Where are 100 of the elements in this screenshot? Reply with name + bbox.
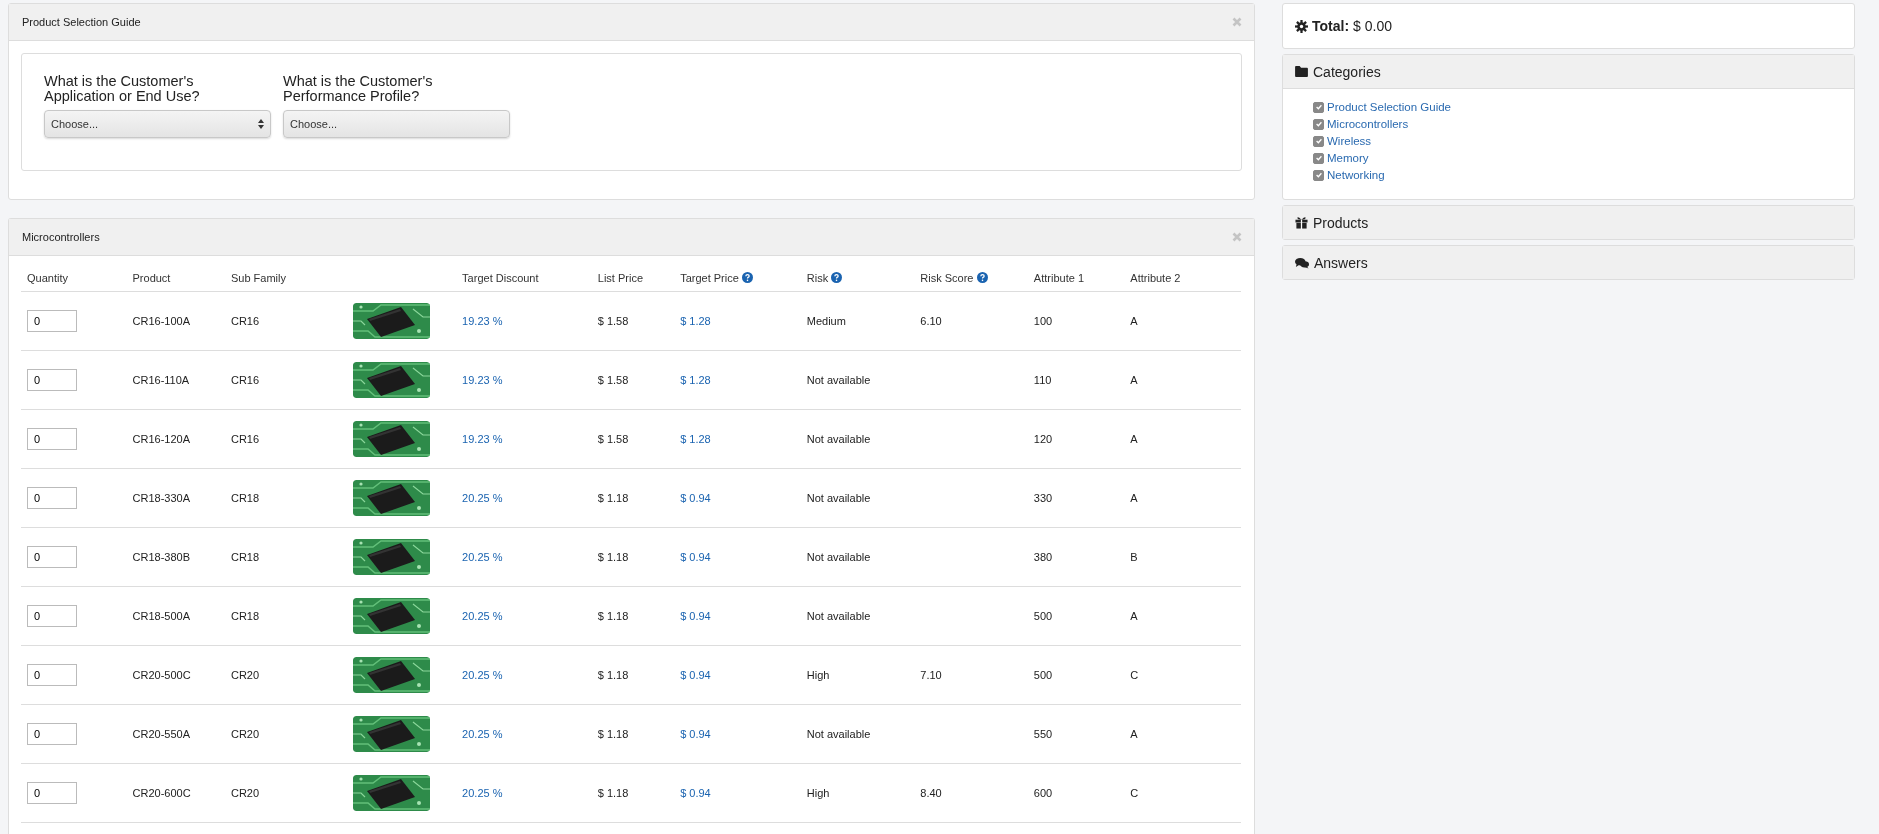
table-cell: CR18-380B (132, 551, 190, 563)
total-value: $ 0.00 (1353, 18, 1392, 34)
table-cell: Not available (806, 433, 871, 445)
select-field[interactable]: Choose... (283, 110, 510, 138)
price-link[interactable]: 19.23 % (462, 374, 503, 386)
column-header: Target Discount (462, 271, 539, 284)
price-link[interactable]: 20.25 % (462, 728, 503, 740)
price-link[interactable]: 19.23 % (462, 315, 503, 327)
help-icon[interactable] (741, 272, 753, 283)
table-cell: 500 (1033, 610, 1053, 622)
table-cell: $ 1.18 (597, 787, 629, 799)
table-cell: $ 1.58 (597, 433, 629, 445)
table-cell: $ 1.58 (597, 315, 629, 327)
table-cell: CR20 (231, 787, 260, 799)
quantity-field[interactable]: 0 (27, 487, 77, 509)
table-cell: Not available (806, 610, 871, 622)
quantity-field[interactable]: 0 (27, 782, 77, 804)
price-link[interactable]: $ 0.94 (680, 610, 711, 622)
quantity-field[interactable]: 0 (27, 664, 77, 686)
table-cell: A (1130, 374, 1138, 386)
help-icon[interactable] (976, 272, 988, 283)
category-link[interactable]: Memory (1327, 152, 1369, 164)
category-link[interactable]: Microcontrollers (1327, 118, 1409, 130)
table-cell: Not available (806, 374, 871, 386)
table-cell: 600 (1033, 787, 1053, 799)
table-cell: CR20 (231, 669, 260, 681)
checkbox[interactable] (1313, 169, 1324, 181)
table-cell: 100 (1033, 315, 1053, 327)
table-cell: $ 1.58 (597, 374, 629, 386)
price-link[interactable]: $ 1.28 (680, 433, 711, 445)
table-cell: CR18 (231, 551, 260, 563)
table-cell: $ 1.18 (597, 492, 629, 504)
table-cell: 500 (1033, 669, 1053, 681)
price-link[interactable]: 20.25 % (462, 492, 503, 504)
price-link[interactable]: $ 0.94 (680, 728, 711, 740)
quantity-field[interactable]: 0 (27, 546, 77, 568)
checkbox[interactable] (1313, 101, 1324, 113)
categories-header[interactable]: Categories (1283, 55, 1854, 88)
quantity-field[interactable]: 0 (27, 428, 77, 450)
comments-icon (1295, 256, 1309, 269)
table-cell: CR20-550A (132, 728, 190, 740)
category-link[interactable]: Wireless (1327, 135, 1372, 147)
column-header: Risk Score (920, 271, 974, 284)
price-link[interactable]: 20.25 % (462, 787, 503, 799)
gear-icon (1295, 19, 1308, 33)
table-cell: High (806, 787, 830, 799)
table-cell: CR16 (231, 374, 260, 386)
table-cell: CR16-110A (132, 374, 190, 386)
folder-icon (1295, 66, 1308, 77)
table-cell: CR20-500C (132, 669, 191, 681)
table-cell: 7.10 (920, 669, 942, 681)
table-cell: Not available (806, 492, 871, 504)
price-link[interactable]: $ 0.94 (680, 492, 711, 504)
price-link[interactable]: $ 0.94 (680, 551, 711, 563)
table-cell: CR16-100A (132, 315, 190, 327)
column-header: Attribute 1 (1033, 271, 1084, 284)
table-cell: CR16 (231, 433, 260, 445)
table-cell: 550 (1033, 728, 1053, 740)
help-icon[interactable] (831, 272, 843, 283)
price-link[interactable]: 20.25 % (462, 610, 503, 622)
table-cell: Not available (806, 728, 871, 740)
table-cell: A (1130, 492, 1138, 504)
column-header: List Price (597, 271, 643, 284)
quantity-field[interactable]: 0 (27, 723, 77, 745)
panel-title: Microcontrollers (22, 231, 100, 243)
checkbox[interactable] (1313, 135, 1324, 147)
quantity-field[interactable]: 0 (27, 369, 77, 391)
table-cell: B (1130, 551, 1138, 563)
column-header: Target Price (680, 271, 739, 284)
table-cell: $ 1.18 (597, 728, 629, 740)
price-link[interactable]: $ 1.28 (680, 315, 711, 327)
table-cell: A (1130, 728, 1138, 740)
quantity-field[interactable]: 0 (27, 605, 77, 627)
price-link[interactable]: 20.25 % (462, 669, 503, 681)
column-header: Sub Family (231, 271, 286, 284)
price-link[interactable]: $ 1.28 (680, 374, 711, 386)
table-cell: Not available (806, 551, 871, 563)
quantity-field[interactable]: 0 (27, 310, 77, 332)
price-link[interactable]: $ 0.94 (680, 787, 711, 799)
category-link[interactable]: Networking (1327, 169, 1385, 181)
checkbox[interactable] (1313, 118, 1324, 130)
price-link[interactable]: 19.23 % (462, 433, 503, 445)
column-header: Risk (806, 271, 829, 284)
checkbox[interactable] (1313, 152, 1324, 164)
price-link[interactable]: $ 0.94 (680, 669, 711, 681)
category-link[interactable]: Product Selection Guide (1327, 101, 1452, 113)
table-cell: 110 (1033, 374, 1052, 386)
price-link[interactable]: 20.25 % (462, 551, 503, 563)
table-cell: CR18 (231, 610, 260, 622)
table-cell: CR18-330A (132, 492, 190, 504)
table-cell: Medium (806, 315, 846, 327)
table-cell: 120 (1033, 433, 1053, 445)
products-header[interactable]: Products (1283, 206, 1854, 239)
gift-icon (1295, 216, 1308, 229)
answers-header[interactable]: Answers (1283, 246, 1854, 279)
table-cell: CR20 (231, 728, 260, 740)
table-cell: C (1130, 669, 1139, 681)
select-field[interactable]: Choose... (44, 110, 271, 138)
table-cell: A (1130, 610, 1138, 622)
column-header: Attribute 2 (1130, 271, 1181, 284)
